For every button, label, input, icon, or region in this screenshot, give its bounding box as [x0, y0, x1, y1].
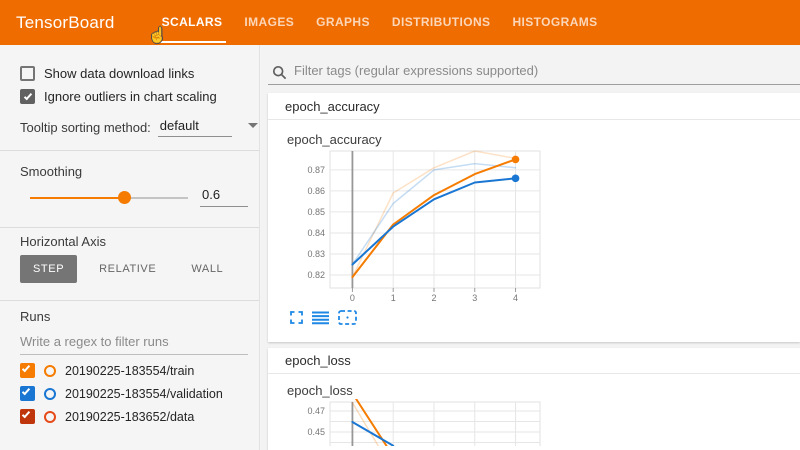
tab-bar: SCALARS IMAGES GRAPHS DISTRIBUTIONS HIST… [151, 0, 609, 45]
run-row-train: 20190225-183554/train [20, 362, 194, 379]
svg-text:2: 2 [431, 293, 436, 303]
y-axis-lines-icon[interactable] [312, 311, 329, 325]
run-color-circle-icon[interactable] [44, 388, 56, 400]
epoch-loss-card: epoch_loss epoch_loss 0.47 0.45 [268, 348, 800, 450]
run-color-circle-icon[interactable] [44, 365, 56, 377]
svg-text:0.85: 0.85 [307, 207, 325, 217]
divider [0, 300, 259, 301]
tab-graphs[interactable]: GRAPHS [305, 0, 381, 45]
svg-text:4: 4 [513, 293, 518, 303]
app-header: TensorBoard SCALARS IMAGES GRAPHS DISTRI… [0, 0, 800, 45]
smoothing-label: Smoothing [20, 164, 82, 179]
tab-histograms[interactable]: HISTOGRAMS [501, 0, 608, 45]
smoothing-slider-fill [30, 197, 125, 199]
divider [0, 150, 259, 151]
check-icon [22, 387, 30, 396]
svg-text:0.83: 0.83 [307, 249, 325, 259]
tooltip-sorting-label: Tooltip sorting method: [20, 120, 151, 135]
svg-text:0.86: 0.86 [307, 186, 325, 196]
main-content: epoch_accuracy epoch_accuracy 0.820.830.… [261, 45, 800, 450]
epoch-loss-card-header[interactable]: epoch_loss [268, 348, 800, 374]
check-icon [22, 364, 30, 373]
svg-text:0.47: 0.47 [307, 406, 325, 416]
epoch-accuracy-card: epoch_accuracy epoch_accuracy 0.820.830.… [268, 93, 800, 342]
wall-button[interactable]: WALL [178, 255, 236, 283]
dropdown-arrow-icon [248, 123, 258, 128]
check-icon [24, 92, 32, 101]
tooltip-sorting-select[interactable]: default [158, 117, 232, 137]
svg-text:0.84: 0.84 [307, 228, 325, 238]
horizontal-axis-buttons: STEP RELATIVE WALL [20, 255, 245, 283]
smoothing-value[interactable]: 0.6 [200, 187, 248, 207]
tab-images[interactable]: IMAGES [233, 0, 305, 45]
ignore-outliers-row: Ignore outliers in chart scaling [20, 88, 217, 105]
tooltip-sorting-value: default [160, 118, 199, 133]
run-label: 20190225-183554/train [65, 364, 194, 378]
search-icon [272, 65, 287, 80]
epoch-accuracy-card-body: epoch_accuracy 0.820.830.840.850.860.870… [268, 120, 800, 341]
tensorboard-app: TensorBoard SCALARS IMAGES GRAPHS DISTRI… [0, 0, 800, 450]
hand-cursor-icon: ☝ [148, 26, 167, 44]
run-checkbox[interactable] [20, 386, 35, 401]
ignore-outliers-label: Ignore outliers in chart scaling [44, 89, 217, 104]
smoothing-slider-thumb[interactable] [118, 191, 131, 204]
run-row-data: 20190225-183652/data [20, 408, 194, 425]
runs-label: Runs [20, 309, 50, 324]
horizontal-axis-label: Horizontal Axis [20, 234, 106, 249]
show-download-links-checkbox[interactable] [20, 66, 35, 81]
epoch-loss-card-body: epoch_loss 0.47 0.45 [268, 374, 800, 450]
show-download-links-label: Show data download links [44, 66, 194, 81]
svg-text:0: 0 [350, 293, 355, 303]
run-color-circle-icon[interactable] [44, 411, 56, 423]
check-icon [22, 410, 30, 419]
ignore-outliers-checkbox[interactable] [20, 89, 35, 104]
relative-button[interactable]: RELATIVE [86, 255, 169, 283]
chart-title: epoch_loss [287, 383, 548, 398]
epoch-accuracy-chartbox: epoch_accuracy 0.820.830.840.850.860.870… [278, 132, 548, 313]
show-download-links-row: Show data download links [20, 65, 194, 82]
runs-filter-input[interactable] [20, 332, 248, 354]
fullscreen-icon[interactable] [290, 311, 303, 324]
epoch-loss-chartbox: epoch_loss 0.47 0.45 [278, 383, 548, 450]
svg-text:0.87: 0.87 [307, 165, 325, 175]
tab-distributions[interactable]: DISTRIBUTIONS [381, 0, 502, 45]
tag-filter-input[interactable] [294, 61, 800, 83]
run-checkbox[interactable] [20, 409, 35, 424]
tag-filter [268, 60, 800, 85]
run-row-validation: 20190225-183554/validation [20, 385, 223, 402]
epoch-accuracy-chart[interactable]: 0.82 0.83 0.84 0.85 0.86 0.87 0 1 2 3 4 [278, 148, 548, 308]
app-title: TensorBoard [16, 13, 115, 33]
run-checkbox[interactable] [20, 363, 35, 378]
fit-domain-icon[interactable] [338, 310, 357, 325]
smoothing-slider[interactable] [30, 197, 188, 199]
sidebar: Show data download links Ignore outliers… [0, 45, 260, 450]
epoch-accuracy-card-header[interactable]: epoch_accuracy [268, 93, 800, 120]
chart-toolbar [290, 310, 357, 325]
svg-text:0.45: 0.45 [307, 427, 325, 437]
tooltip-sorting-row: Tooltip sorting method: default [20, 117, 232, 137]
svg-text:1: 1 [391, 293, 396, 303]
epoch-loss-chart[interactable]: 0.47 0.45 [278, 399, 548, 446]
run-label: 20190225-183652/data [65, 410, 194, 424]
step-button[interactable]: STEP [20, 255, 77, 283]
divider [0, 227, 259, 228]
run-label: 20190225-183554/validation [65, 387, 223, 401]
svg-text:3: 3 [472, 293, 477, 303]
svg-text:0.82: 0.82 [307, 270, 325, 280]
runs-filter [20, 332, 248, 355]
chart-title: epoch_accuracy [287, 132, 548, 147]
